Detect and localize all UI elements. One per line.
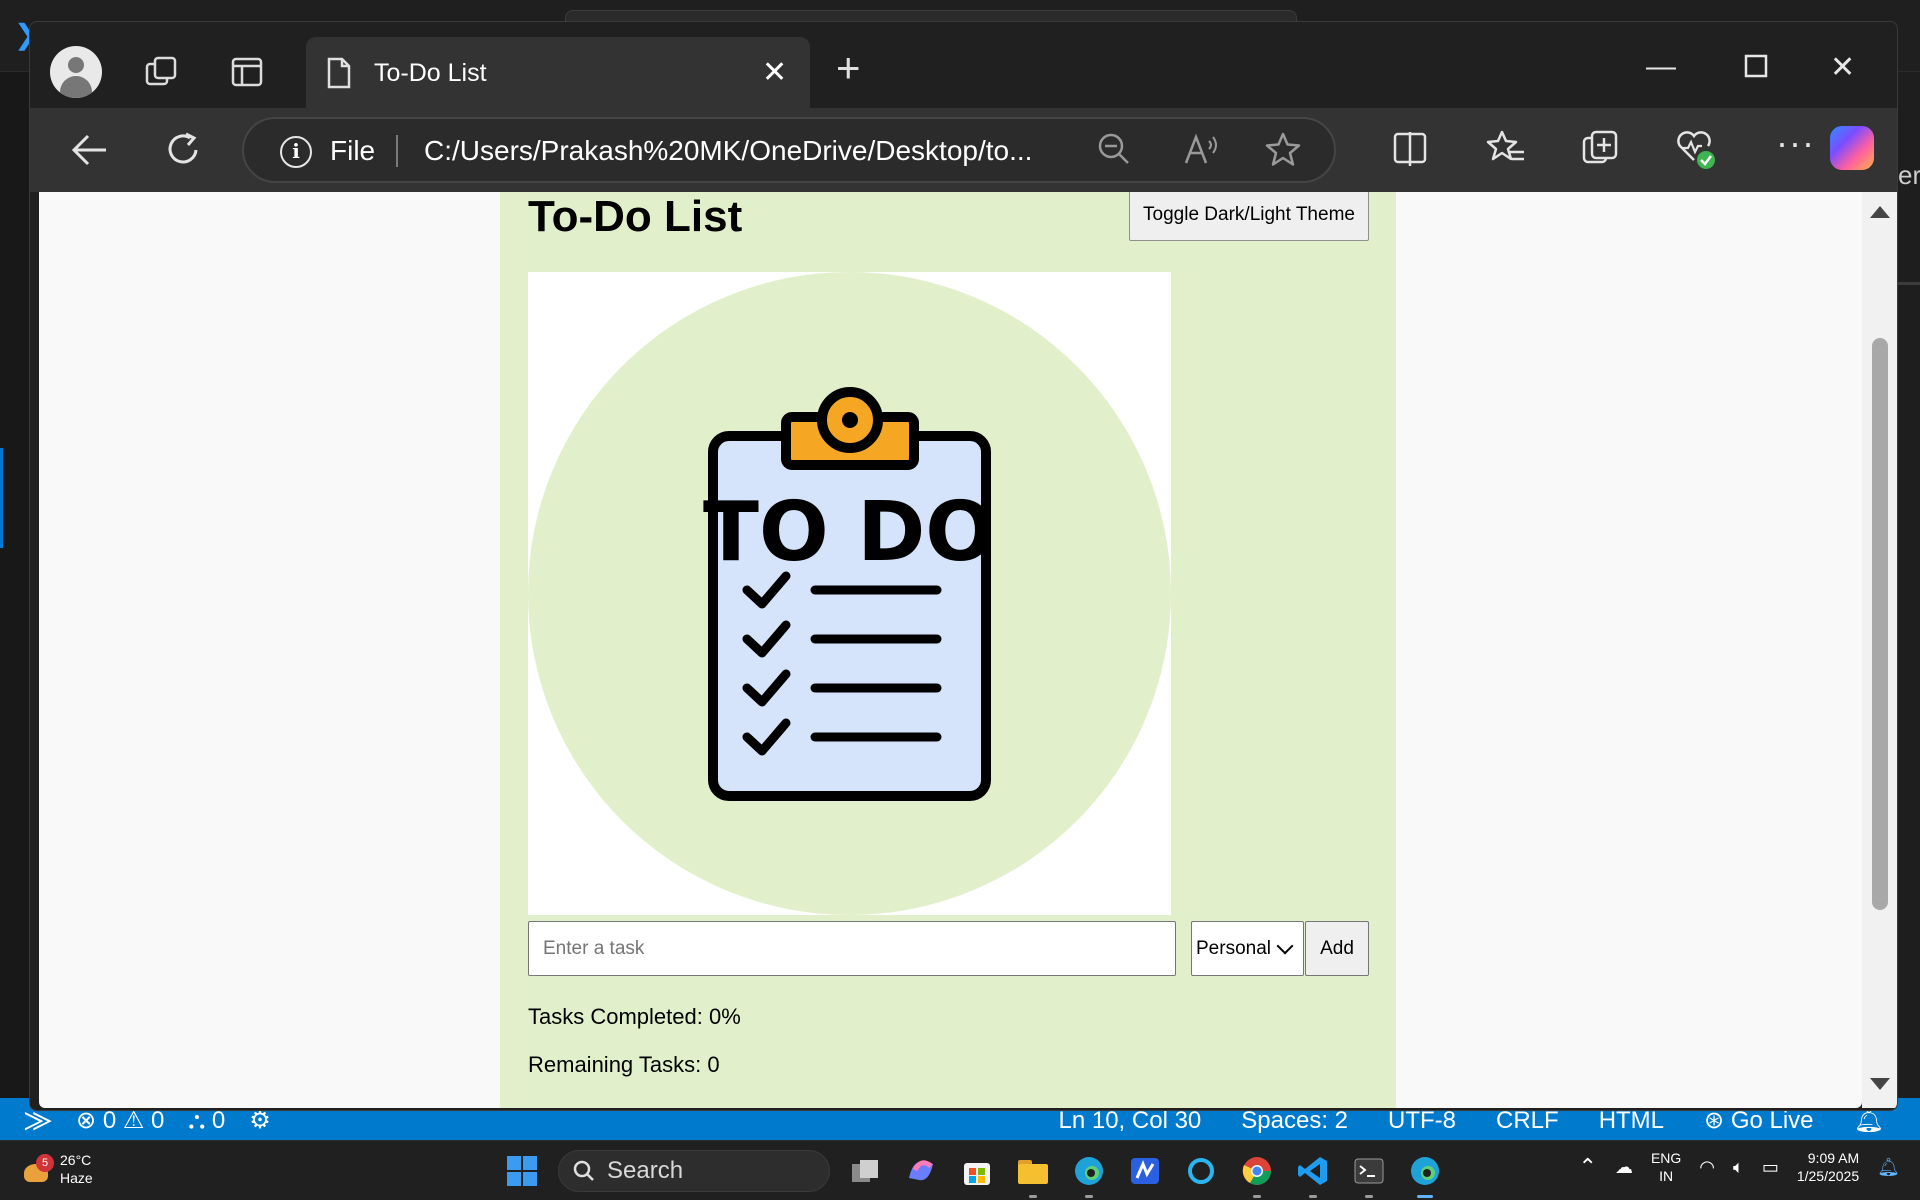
store-icon[interactable]	[956, 1150, 998, 1192]
scroll-down-icon[interactable]	[1870, 1078, 1890, 1090]
browser-essentials-icon[interactable]	[1674, 128, 1716, 170]
language-indicator[interactable]: ENG IN	[1651, 1149, 1681, 1185]
battery-icon[interactable]: ▭	[1762, 1157, 1779, 1178]
new-tab-icon[interactable]: +	[836, 47, 861, 89]
page-scrollbar[interactable]	[1862, 192, 1897, 1108]
info-icon[interactable]: i	[280, 136, 312, 168]
add-task-button[interactable]: Add	[1305, 921, 1369, 976]
favorites-icon[interactable]	[1486, 128, 1526, 168]
minimize-icon[interactable]: —	[1646, 50, 1676, 84]
weather-temp: 26°C	[60, 1152, 92, 1168]
task-input[interactable]	[528, 921, 1176, 976]
split-screen-icon[interactable]	[1392, 130, 1428, 168]
address-url[interactable]: C:/Users/Prakash%20MK/OneDrive/Desktop/t…	[424, 135, 1064, 167]
scroll-thumb[interactable]	[1872, 338, 1888, 910]
onedrive-icon[interactable]: ☁	[1615, 1157, 1633, 1178]
show-hidden-icons-icon[interactable]: ⌃	[1579, 1154, 1597, 1180]
favorite-icon[interactable]	[1264, 131, 1302, 169]
edge-icon[interactable]	[1068, 1150, 1110, 1198]
page-icon	[327, 57, 351, 89]
vscode-taskbar-icon[interactable]	[1292, 1150, 1334, 1198]
workspaces-icon[interactable]	[143, 54, 181, 90]
taskbar-search[interactable]: Search	[558, 1150, 830, 1192]
maximize-icon[interactable]	[1744, 54, 1768, 78]
page-title: To-Do List	[528, 192, 743, 241]
profile-icon[interactable]	[50, 46, 102, 98]
clock[interactable]: 9:09 AM 1/25/2025	[1797, 1149, 1859, 1185]
browser-titlebar: To-Do List ✕ + — ✕	[30, 22, 1897, 108]
copilot-icon[interactable]	[1830, 126, 1874, 170]
category-select[interactable]: Personal	[1191, 921, 1304, 976]
vscode-activity-bar	[0, 72, 30, 1098]
weather-desc: Haze	[60, 1170, 93, 1186]
address-bar[interactable]: i File C:/Users/Prakash%20MK/OneDrive/De…	[242, 117, 1336, 183]
tab-to-do-list[interactable]: To-Do List ✕	[306, 37, 810, 108]
system-tray: ⌃ ☁ ENG IN ◠ 🔈︎ ▭ 9:09 AM 1/25/2025 🔔︎	[1579, 1149, 1900, 1185]
tasks-completed: Tasks Completed: 0%	[528, 1004, 741, 1029]
power-automate-icon[interactable]	[1124, 1150, 1166, 1192]
todo-container: To-Do List Toggle Dark/Light Theme TO DO	[500, 192, 1396, 1108]
clipboard-heading: TO DO	[703, 485, 995, 580]
weather-icon: 5	[22, 1154, 54, 1184]
category-selected: Personal	[1196, 937, 1271, 959]
window-close-icon[interactable]: ✕	[1830, 50, 1855, 85]
vscode-editor-glimpse: er	[1898, 160, 1920, 190]
toggle-theme-button[interactable]: Toggle Dark/Light Theme	[1129, 192, 1369, 241]
read-aloud-icon[interactable]	[1182, 131, 1222, 167]
collections-icon[interactable]	[1580, 128, 1620, 168]
back-icon[interactable]	[70, 132, 110, 168]
cortana-icon[interactable]	[1180, 1150, 1222, 1192]
search-icon	[573, 1160, 594, 1181]
chevron-down-icon	[1276, 937, 1294, 954]
file-explorer-icon[interactable]	[1012, 1150, 1054, 1198]
remaining-tasks: Remaining Tasks: 0	[528, 1052, 720, 1077]
todo-illustration: TO DO	[528, 272, 1171, 915]
close-icon[interactable]: ✕	[762, 55, 787, 90]
browser-toolbar: i File C:/Users/Prakash%20MK/OneDrive/De…	[30, 108, 1897, 192]
chrome-icon[interactable]	[1236, 1150, 1278, 1198]
clipboard-icon: TO DO	[528, 272, 1171, 915]
browser-window: To-Do List ✕ + — ✕ i File C:/Users/Praka…	[29, 21, 1898, 1111]
notification-bell-icon[interactable]: 🔔︎	[1877, 1157, 1900, 1178]
refresh-icon[interactable]	[164, 130, 204, 170]
page-viewport: To-Do List Toggle Dark/Light Theme TO DO	[39, 192, 1862, 1108]
task-view-icon[interactable]	[844, 1150, 886, 1192]
copilot-app-icon[interactable]	[900, 1150, 942, 1192]
taskbar: 5 26°C Haze Search ⌃ ☁ ENG IN ◠ 🔈︎ ▭ 9:0…	[0, 1140, 1920, 1200]
zoom-out-icon[interactable]	[1096, 131, 1132, 167]
volume-icon[interactable]: 🔈︎	[1733, 1157, 1744, 1178]
wifi-icon[interactable]: ◠	[1699, 1157, 1715, 1178]
address-scheme: File	[330, 135, 376, 166]
weather-widget[interactable]: 5 26°C Haze	[22, 1151, 93, 1187]
start-button[interactable]	[500, 1149, 544, 1193]
terminal-icon[interactable]	[1348, 1150, 1390, 1198]
tab-title: To-Do List	[374, 59, 487, 87]
vertical-tabs-icon[interactable]	[231, 56, 265, 88]
edge-active-icon[interactable]	[1404, 1150, 1446, 1198]
more-icon[interactable]: ···	[1776, 122, 1815, 164]
scroll-up-icon[interactable]	[1870, 206, 1890, 218]
